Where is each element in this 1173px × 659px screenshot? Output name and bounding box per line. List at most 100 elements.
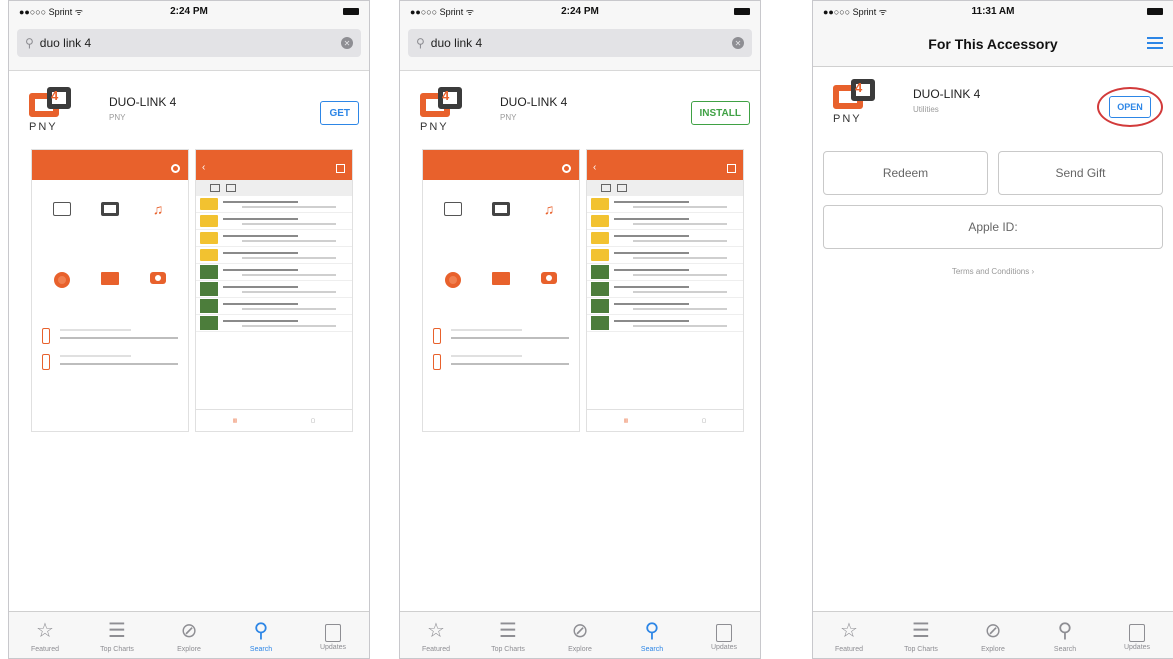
- tab-featured[interactable]: ☆ Featured: [406, 620, 466, 653]
- redeem-button[interactable]: Redeem: [823, 151, 988, 195]
- image-thumbnail: [200, 316, 218, 330]
- carrier-label: ●●○○○ Sprint ᯤ: [19, 6, 83, 17]
- list-view-icon: [617, 184, 627, 192]
- music-icon: ♫: [152, 201, 164, 217]
- search-input[interactable]: ⚲ duo link 4 ✕: [408, 29, 752, 57]
- move-icon: ▢: [701, 417, 707, 424]
- videos-icon: [101, 202, 119, 216]
- image-thumbnail: [591, 316, 609, 330]
- tab-explore[interactable]: ⊘ Explore: [550, 620, 610, 653]
- tab-explore[interactable]: ⊘ Explore: [963, 620, 1023, 653]
- app-logo: 4 PNY: [831, 79, 905, 125]
- search-icon: ⚲: [253, 619, 269, 642]
- folder-icon: [200, 215, 218, 227]
- get-button[interactable]: GET: [320, 101, 359, 125]
- grid-view-icon: [210, 184, 220, 192]
- search-icon: ⚲: [1057, 619, 1073, 642]
- app-category: Utilities: [913, 105, 939, 114]
- app-result-row[interactable]: 4 PNY DUO-LINK 4 PNY INSTALL: [400, 71, 760, 149]
- battery-icon: [1146, 7, 1163, 15]
- image-thumbnail: [200, 282, 218, 296]
- tab-explore[interactable]: ⊘ Explore: [159, 620, 219, 653]
- camera-icon: [150, 272, 166, 284]
- list-icon: ☰: [912, 619, 930, 642]
- status-bar: ●●○○○ Sprint ᯤ 2:24 PM: [9, 1, 369, 21]
- clear-search-icon[interactable]: ✕: [341, 37, 353, 49]
- tab-featured[interactable]: ☆ Featured: [819, 620, 879, 653]
- nav-bar: For This Accessory: [813, 21, 1173, 67]
- app-name: DUO-LINK 4: [500, 95, 568, 109]
- install-button[interactable]: INSTALL: [690, 101, 750, 125]
- image-thumbnail: [200, 299, 218, 313]
- status-time: 2:24 PM: [561, 5, 599, 17]
- tab-updates[interactable]: Updates: [303, 621, 363, 651]
- list-icon: ☰: [108, 619, 126, 642]
- tab-top-charts[interactable]: ☰ Top Charts: [87, 620, 147, 653]
- search-icon: ⚲: [25, 36, 34, 50]
- send-gift-button[interactable]: Send Gift: [998, 151, 1163, 195]
- search-input[interactable]: ⚲ duo link 4 ✕: [17, 29, 361, 57]
- folder-icon: [200, 198, 218, 210]
- tab-search[interactable]: ⚲ Search: [622, 620, 682, 653]
- app-result-row[interactable]: 4 PNY DUO-LINK 4 PNY GET: [9, 71, 369, 149]
- status-time: 2:24 PM: [170, 5, 208, 17]
- app-logo-brand: PNY: [29, 121, 58, 133]
- edit-icon: [336, 164, 345, 173]
- trash-icon: ▥: [232, 417, 238, 424]
- list-icon[interactable]: [1147, 37, 1163, 49]
- tab-top-charts[interactable]: ☰ Top Charts: [478, 620, 538, 653]
- app-logo: 4 PNY: [27, 87, 101, 133]
- tab-featured[interactable]: ☆ Featured: [15, 620, 75, 653]
- app-name: DUO-LINK 4: [109, 95, 177, 109]
- tab-search[interactable]: ⚲ Search: [231, 620, 291, 653]
- phone-accessory-open: ●●○○○ Sprint ᯤ 11:31 AM For This Accesso…: [812, 0, 1173, 659]
- download-icon: [716, 624, 732, 642]
- tab-bar: ☆ Featured ☰ Top Charts ⊘ Explore ⚲ Search U…: [813, 611, 1173, 658]
- tab-search[interactable]: ⚲ Search: [1035, 620, 1095, 653]
- download-icon: [1129, 624, 1145, 642]
- carrier-label: ●●○○○ Sprint ᯤ: [410, 6, 474, 17]
- folder-icon: [200, 232, 218, 244]
- star-icon: ☆: [36, 619, 54, 642]
- status-bar: ●●○○○ Sprint ᯤ 2:24 PM: [400, 1, 760, 21]
- page-title: For This Accessory: [928, 35, 1058, 52]
- back-icon: ‹: [593, 162, 597, 173]
- app-publisher: PNY: [109, 113, 126, 122]
- battery-icon: [342, 7, 359, 15]
- open-button[interactable]: OPEN: [1109, 96, 1151, 118]
- compass-icon: ⊘: [984, 619, 1002, 642]
- folder-icon: [591, 215, 609, 227]
- back-icon: ‹: [202, 162, 206, 173]
- move-icon: ▢: [310, 417, 316, 424]
- photos-icon: [53, 202, 71, 216]
- star-icon: ☆: [427, 619, 445, 642]
- gear-icon: [171, 164, 180, 173]
- app-publisher: PNY: [500, 113, 517, 122]
- search-area: ⚲ duo link 4 ✕: [9, 21, 369, 71]
- terms-link[interactable]: Terms and Conditions ›: [813, 267, 1173, 276]
- phone-storage-icon: [42, 328, 50, 344]
- apple-id-button[interactable]: Apple ID:: [823, 205, 1163, 249]
- folder-icon: [101, 272, 119, 285]
- tab-updates[interactable]: Updates: [694, 621, 754, 651]
- compass-icon: ⊘: [180, 619, 198, 642]
- clear-search-icon[interactable]: ✕: [732, 37, 744, 49]
- screenshot-previews[interactable]: ♫ ‹ ▥ ▢: [9, 149, 369, 432]
- screenshot-previews[interactable]: ♫ ‹ ▥ ▢: [400, 149, 760, 432]
- app-logo: 4 PNY: [418, 87, 492, 133]
- screenshot-home: ♫: [422, 149, 580, 432]
- tab-top-charts[interactable]: ☰ Top Charts: [891, 620, 951, 653]
- status-time: 11:31 AM: [971, 5, 1015, 17]
- search-area: ⚲ duo link 4 ✕: [400, 21, 760, 71]
- carrier-label: ●●○○○ Sprint ᯤ: [823, 6, 887, 17]
- tab-updates[interactable]: Updates: [1107, 621, 1167, 651]
- external-storage-icon: [42, 354, 50, 370]
- screenshot-home: ♫: [31, 149, 189, 432]
- folder-icon: [591, 198, 609, 210]
- folder-icon: [591, 232, 609, 244]
- app-result-row[interactable]: 4 PNY DUO-LINK 4 Utilities OPEN: [813, 67, 1173, 127]
- camera-icon: [541, 272, 557, 284]
- phone-search-install: ●●○○○ Sprint ᯤ 2:24 PM ⚲ duo link 4 ✕ 4 …: [399, 0, 761, 659]
- phone-search-get: ●●○○○ Sprint ᯤ 2:24 PM ⚲ duo link 4 ✕ 4 …: [8, 0, 370, 659]
- gift-button-row: Redeem Send Gift: [813, 127, 1173, 195]
